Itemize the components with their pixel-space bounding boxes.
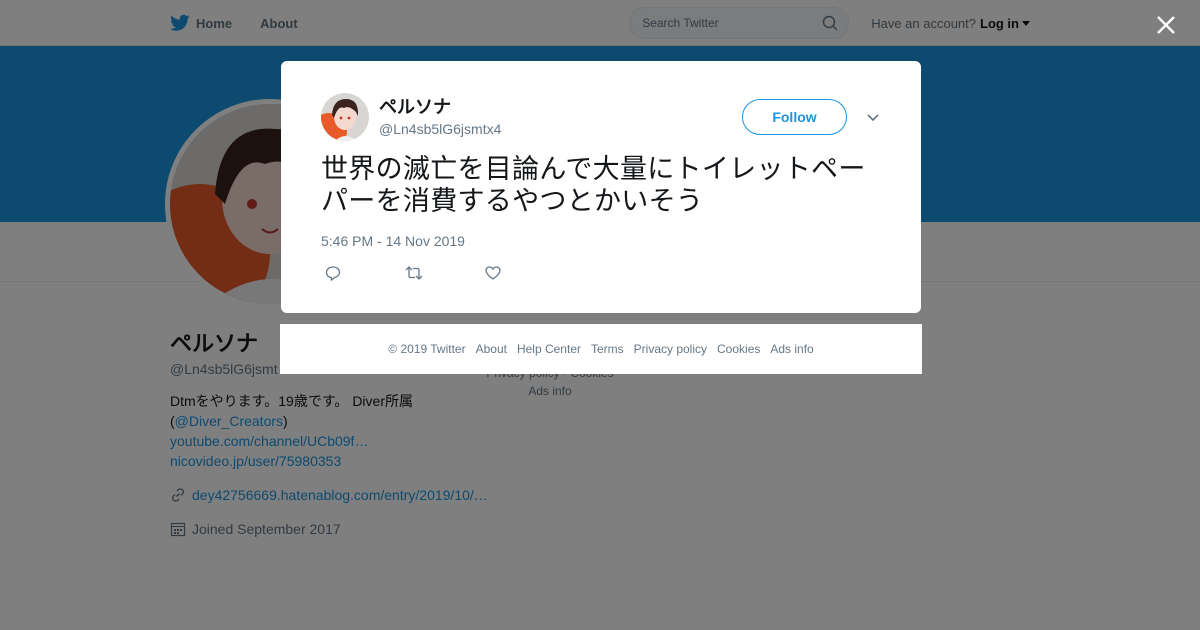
footer-link-help-center[interactable]: Help Center (517, 342, 581, 356)
like-button[interactable] (481, 263, 561, 283)
footer-copyright: © 2019 Twitter (388, 342, 466, 356)
tweet-modal: ペルソナ @Ln4sb5lG6jsmtx4 Follow 世界の滅亡を目論んで大… (281, 61, 921, 313)
footer-link-terms[interactable]: Terms (591, 342, 624, 356)
chevron-down-icon[interactable] (865, 109, 881, 125)
follow-button[interactable]: Follow (742, 99, 847, 135)
close-icon[interactable] (1153, 12, 1179, 38)
tweet-header: ペルソナ @Ln4sb5lG6jsmtx4 Follow (321, 93, 881, 141)
reply-icon (325, 266, 341, 281)
retweet-button[interactable] (401, 263, 481, 283)
tweet-avatar[interactable] (321, 93, 369, 141)
avatar-illustration-small (321, 93, 369, 141)
footer-link-about[interactable]: About (476, 342, 507, 356)
modal-footer: © 2019 Twitter About Help Center Terms P… (280, 324, 922, 374)
footer-link-cookies[interactable]: Cookies (717, 342, 760, 356)
tweet-timestamp[interactable]: 5:46 PM - 14 Nov 2019 (321, 233, 881, 249)
footer-link-ads-info[interactable]: Ads info (770, 342, 813, 356)
tweet-actions (321, 263, 881, 283)
tweet-author-handle: @Ln4sb5lG6jsmtx4 (379, 121, 502, 137)
like-icon (485, 266, 501, 280)
footer-link-privacy[interactable]: Privacy policy (634, 342, 707, 356)
tweet-text: 世界の滅亡を目論んで大量にトイレットペーパーを消費するやつとかいそう (321, 154, 866, 216)
reply-button[interactable] (321, 263, 401, 283)
retweet-icon (405, 266, 423, 280)
tweet-author-name: ペルソナ (379, 97, 451, 117)
tweet-author[interactable]: ペルソナ @Ln4sb5lG6jsmtx4 (379, 96, 742, 138)
